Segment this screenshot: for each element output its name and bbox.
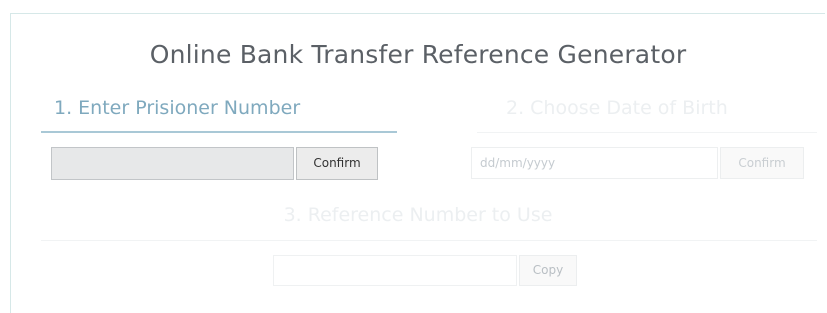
confirm-dob-button[interactable]: Confirm [720, 147, 804, 179]
confirm-prisoner-button[interactable]: Confirm [296, 147, 378, 180]
step1-heading: 1. Enter Prisioner Number [54, 97, 301, 119]
prisoner-number-input[interactable] [51, 147, 294, 180]
step3-heading: 3. Reference Number to Use [283, 204, 553, 226]
date-of-birth-input[interactable] [471, 147, 718, 179]
page-title: Online Bank Transfer Reference Generator [149, 40, 687, 69]
reference-number-output[interactable] [273, 255, 517, 286]
copy-reference-button[interactable]: Copy [519, 255, 577, 286]
step3-underline [41, 240, 817, 241]
step2-underline [477, 132, 817, 133]
step2-heading: 2. Choose Date of Birth [506, 97, 728, 119]
step1-underline [41, 131, 397, 133]
generator-card: Online Bank Transfer Reference Generator… [10, 13, 825, 313]
